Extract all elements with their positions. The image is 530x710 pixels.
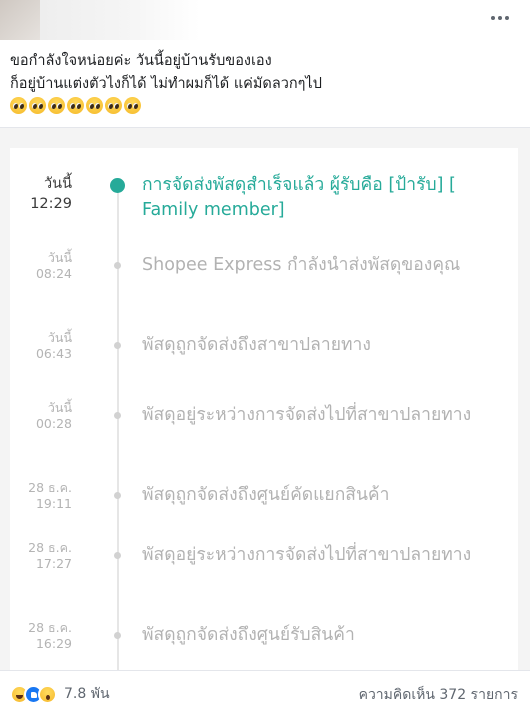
event-time: 16:29 bbox=[35, 636, 72, 651]
event-timestamp: 28 ธ.ค. 16:29 bbox=[10, 620, 72, 652]
timeline-line bbox=[117, 183, 119, 670]
blurred-avatar bbox=[0, 0, 40, 40]
event-date: วันนี้ bbox=[47, 400, 72, 415]
tracking-card: วันนี้ 12:29 การจัดส่งพัสดุสำเร็จแล้ว ผู้ร… bbox=[10, 148, 518, 670]
event-date: วันนี้ bbox=[47, 250, 72, 265]
event-time: 17:27 bbox=[35, 556, 72, 571]
pleading-face-icon bbox=[105, 97, 122, 114]
active-status-dot-icon bbox=[110, 178, 125, 193]
event-time: 00:28 bbox=[35, 416, 72, 431]
post-line-1: ขอกำลังใจหน่อยค่ะ วันนี้อยู่บ้านรับของเอ… bbox=[10, 53, 272, 69]
status-dot-icon bbox=[114, 262, 121, 269]
wow-icon bbox=[38, 684, 57, 704]
pleading-face-icon bbox=[48, 97, 65, 114]
event-date: วันนี้ bbox=[44, 176, 72, 192]
tracking-screenshot: วันนี้ 12:29 การจัดส่งพัสดุสำเร็จแล้ว ผู้ร… bbox=[0, 128, 530, 670]
event-description: พัสดุถูกจัดส่งถึงศูนย์รับสินค้า bbox=[142, 625, 355, 645]
event-date: 28 ธ.ค. bbox=[28, 620, 72, 635]
event-date: 28 ธ.ค. bbox=[28, 540, 72, 555]
event-time: 06:43 bbox=[35, 346, 72, 361]
event-date: วันนี้ bbox=[47, 330, 72, 345]
event-description: การจัดส่งพัสดุสำเร็จแล้ว ผู้รับคือ [ป้าร… bbox=[142, 175, 456, 220]
blurred-author-name bbox=[40, 0, 200, 40]
more-options-icon[interactable] bbox=[486, 8, 514, 28]
emoji-row bbox=[10, 97, 520, 114]
reactions-summary[interactable]: 7.8 พัน bbox=[10, 683, 110, 705]
event-timestamp: วันนี้ 12:29 bbox=[10, 174, 72, 214]
event-date: 28 ธ.ค. bbox=[28, 480, 72, 495]
reaction-count: 7.8 พัน bbox=[64, 686, 110, 702]
event-timestamp: 28 ธ.ค. 19:11 bbox=[10, 480, 72, 512]
post-header bbox=[0, 0, 530, 44]
event-description: พัสดุถูกจัดส่งถึงศูนย์คัดแยกสินค้า bbox=[142, 485, 390, 505]
pleading-face-icon bbox=[10, 97, 27, 114]
post-text: ขอกำลังใจหน่อยค่ะ วันนี้อยู่บ้านรับของเอ… bbox=[10, 50, 520, 114]
status-dot-icon bbox=[114, 552, 121, 559]
status-dot-icon bbox=[114, 632, 121, 639]
event-time: 08:24 bbox=[35, 266, 72, 281]
pleading-face-icon bbox=[29, 97, 46, 114]
post-line-2: ก็อยู่บ้านแต่งตัวไงก็ได้ ไม่ทำผมก็ได้ แค… bbox=[10, 76, 322, 92]
event-time: 19:11 bbox=[35, 496, 72, 511]
pleading-face-icon bbox=[86, 97, 103, 114]
event-description: พัสดุอยู่ระหว่างการจัดส่งไปที่สาขาปลายทา… bbox=[142, 405, 472, 425]
event-timestamp: วันนี้ 06:43 bbox=[10, 330, 72, 362]
event-description: พัสดุอยู่ระหว่างการจัดส่งไปที่สาขาปลายทา… bbox=[142, 545, 472, 565]
comments-count-link[interactable]: ความคิดเห็น 372 รายการ bbox=[359, 684, 518, 706]
status-dot-icon bbox=[114, 492, 121, 499]
pleading-face-icon bbox=[124, 97, 141, 114]
event-timestamp: วันนี้ 00:28 bbox=[10, 400, 72, 432]
event-timestamp: วันนี้ 08:24 bbox=[10, 250, 72, 282]
status-dot-icon bbox=[114, 412, 121, 419]
pleading-face-icon bbox=[67, 97, 84, 114]
event-timestamp: 28 ธ.ค. 17:27 bbox=[10, 540, 72, 572]
event-time: 12:29 bbox=[30, 196, 72, 212]
event-description: Shopee Express กำลังนำส่งพัสดุของคุณ bbox=[142, 255, 461, 275]
status-dot-icon bbox=[114, 342, 121, 349]
event-description: พัสดุถูกจัดส่งถึงสาขาปลายทาง bbox=[142, 335, 371, 355]
post-footer: 7.8 พัน ความคิดเห็น 372 รายการ bbox=[0, 670, 530, 710]
